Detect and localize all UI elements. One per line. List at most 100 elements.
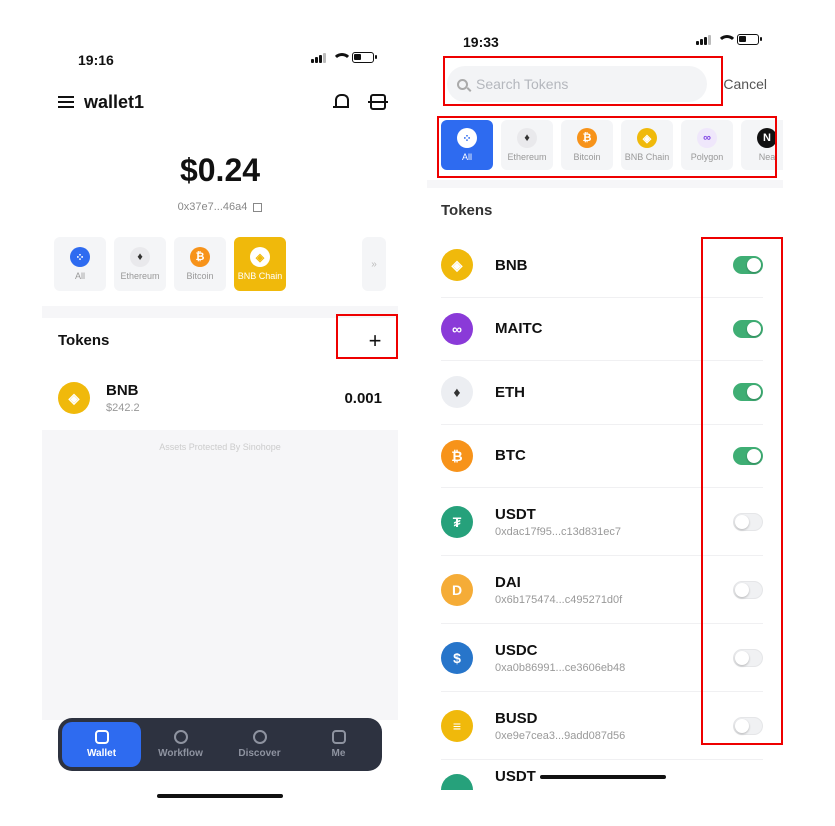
wifi-icon	[717, 34, 737, 45]
bottom-tab-bar: Wallet Workflow Discover Me	[58, 718, 382, 771]
bitcoin-icon: ₿	[441, 439, 473, 472]
token-info: MAITC	[495, 320, 543, 337]
bnb-icon: ◈	[250, 247, 270, 267]
tab-discover[interactable]: Discover	[220, 722, 299, 767]
signal-icon	[311, 52, 326, 63]
tab-label: Me	[331, 748, 346, 759]
token-info: BNB	[495, 257, 528, 274]
system-icons	[696, 34, 762, 45]
token-name: BUSD	[495, 709, 538, 727]
tab-me[interactable]: Me	[299, 722, 378, 767]
manage-tokens-screen: 19:33 Cancel ⁘ All ♦ Ethereum ₿ Bitcoin …	[427, 0, 783, 826]
more-chains-button[interactable]: »	[362, 237, 386, 291]
address-text: 0x37e7...46a4	[177, 201, 248, 213]
wallet-icon	[94, 730, 109, 744]
ethereum-icon: ♦	[130, 247, 150, 267]
token-address: 0xe9e7cea3...9add087d56	[495, 729, 626, 742]
status-bar: 19:16	[42, 44, 398, 74]
token-name: USDC	[495, 641, 538, 659]
token-value: $242.2	[106, 402, 140, 414]
menu-icon[interactable]	[58, 96, 74, 108]
ethereum-icon: ♦	[441, 376, 473, 409]
battery-icon	[737, 34, 762, 45]
chain-label: BNB Chain	[237, 271, 283, 281]
token-name: ETH	[495, 383, 525, 401]
workflow-icon	[173, 730, 188, 744]
scan-icon[interactable]	[368, 94, 388, 110]
token-info: USDT 0xdac17f95...c13d831ec7	[495, 506, 621, 538]
highlight-box-chains	[437, 116, 777, 178]
usdc-icon: $	[441, 641, 473, 674]
chain-label: All	[74, 271, 85, 281]
busd-icon: ≡	[441, 709, 473, 742]
token-address: 0xa0b86991...ce3606eb48	[495, 661, 626, 674]
wallet-header: wallet1	[58, 90, 388, 114]
tokens-heading: Tokens	[441, 202, 493, 219]
highlight-box-toggles	[701, 237, 783, 745]
token-info: BUSD 0xe9e7cea3...9add087d56	[495, 710, 625, 742]
bell-icon[interactable]	[333, 94, 349, 110]
protected-notice: Assets Protected By Sinohope	[159, 442, 281, 452]
token-name: DAI	[495, 573, 521, 591]
cancel-button[interactable]: Cancel	[723, 76, 767, 92]
chain-chip-bnb-chain[interactable]: ◈ BNB Chain	[234, 237, 286, 291]
tab-label: Workflow	[158, 748, 203, 759]
chain-label: Bitcoin	[186, 271, 214, 281]
token-name: BNB	[495, 256, 528, 274]
token-info: USDC 0xa0b86991...ce3606eb48	[495, 642, 625, 674]
total-balance: $0.24	[179, 152, 261, 188]
tokens-heading: Tokens	[58, 332, 110, 349]
token-info: ETH	[495, 384, 525, 401]
token-name: BNB	[106, 382, 139, 399]
wallet-screen: 19:16 wallet1 $0.24 0x37e7...46a4 ⁘ All …	[42, 0, 398, 826]
dai-icon: D	[441, 573, 473, 606]
tab-label: Wallet	[86, 748, 117, 759]
tab-label: Discover	[238, 748, 281, 759]
token-amount: 0.001	[344, 389, 382, 407]
status-bar: 19:33	[427, 26, 783, 56]
status-time: 19:33	[463, 34, 499, 50]
token-info: DAI 0x6b175474...c495271d0f	[495, 574, 622, 606]
chain-filter: ⁘ All ♦ Ethereum ₿ Bitcoin ◈ BNB Chain »	[54, 237, 386, 291]
token-info: USDT	[495, 768, 536, 785]
bitcoin-icon: ₿	[190, 247, 210, 267]
highlight-box-add	[336, 314, 398, 359]
signal-icon	[696, 34, 711, 45]
chain-chip-all[interactable]: ⁘ All	[54, 237, 106, 291]
wallet-name[interactable]: wallet1	[84, 92, 144, 113]
empty-area	[42, 430, 398, 720]
token-name: MAITC	[495, 320, 543, 338]
token-info: BTC	[495, 447, 526, 464]
token-row[interactable]: ◈ BNB $242.2 0.001	[58, 378, 382, 418]
user-icon	[331, 730, 346, 744]
section-divider	[427, 180, 783, 188]
compass-icon	[252, 730, 267, 744]
wallet-address: 0x37e7...46a4	[42, 201, 398, 213]
token-name: USDT	[495, 768, 536, 785]
copy-icon[interactable]	[253, 202, 263, 212]
chain-chip-ethereum[interactable]: ♦ Ethereum	[114, 237, 166, 291]
maitc-icon: ∞	[441, 312, 473, 345]
chain-chip-bitcoin[interactable]: ₿ Bitcoin	[174, 237, 226, 291]
highlight-box-search	[443, 56, 723, 106]
tab-wallet[interactable]: Wallet	[62, 722, 141, 767]
token-name: USDT	[495, 505, 536, 523]
home-indicator	[157, 794, 283, 798]
grid-icon: ⁘	[70, 247, 90, 267]
home-indicator	[540, 775, 666, 779]
token-name: BTC	[495, 447, 526, 465]
header-actions	[333, 94, 388, 110]
chain-label: Ethereum	[120, 271, 160, 281]
tab-workflow[interactable]: Workflow	[141, 722, 220, 767]
token-address: 0xdac17f95...c13d831ec7	[495, 525, 621, 538]
tether-icon	[441, 774, 473, 790]
system-icons	[311, 52, 377, 63]
double-chevron-right-icon: »	[371, 258, 377, 270]
bnb-icon: ◈	[441, 249, 473, 282]
status-time: 19:16	[78, 52, 114, 68]
bnb-icon: ◈	[58, 382, 90, 414]
wifi-icon	[332, 52, 352, 63]
token-info: BNB $242.2	[106, 382, 140, 414]
tether-icon: ₮	[441, 505, 473, 538]
battery-icon	[352, 52, 377, 63]
